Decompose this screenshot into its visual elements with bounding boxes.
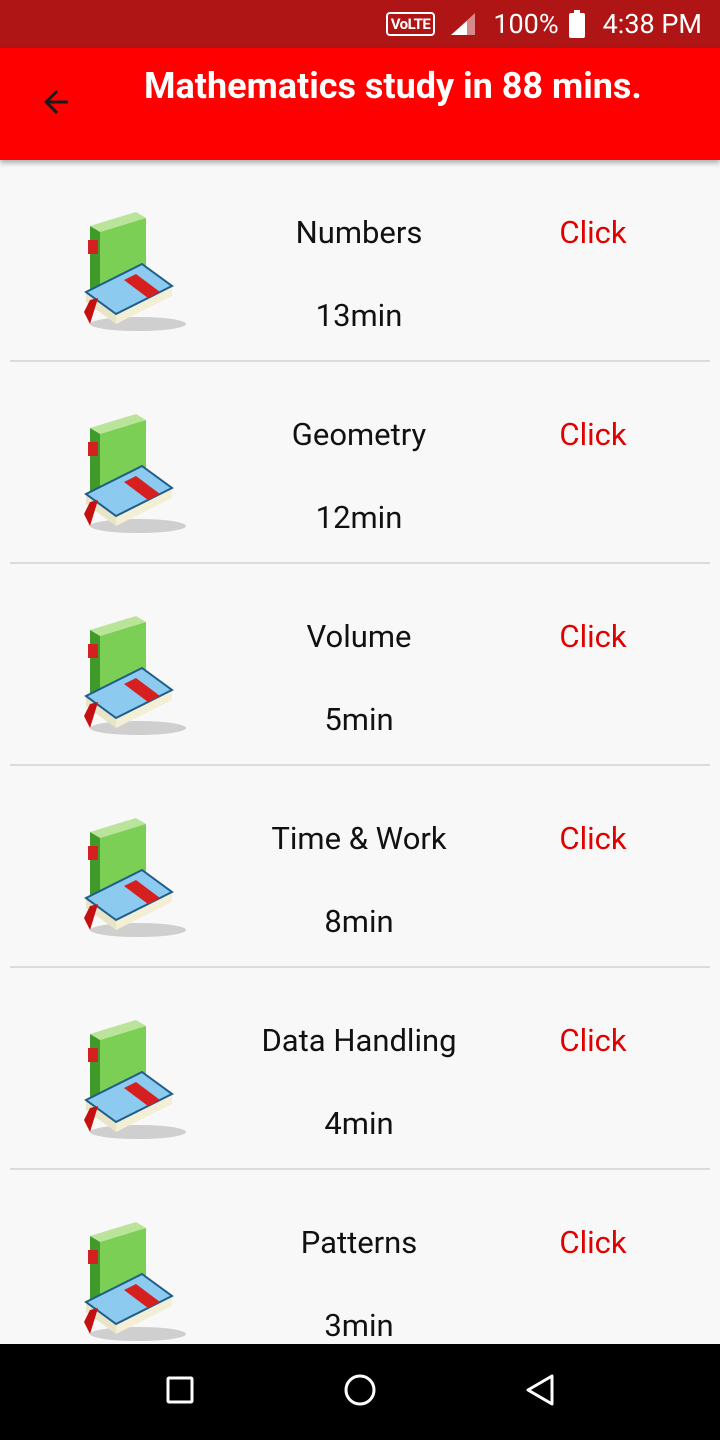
- book-icon: [76, 612, 188, 736]
- click-button[interactable]: Click: [522, 820, 664, 857]
- list-item: Volume 5min Click: [0, 564, 720, 766]
- click-button[interactable]: Click: [522, 618, 664, 655]
- arrow-back-icon: [38, 84, 74, 124]
- topic-name: Time & Work: [271, 820, 447, 857]
- list-item: Geometry 12min Click: [0, 362, 720, 564]
- topic-name: Data Handling: [261, 1022, 457, 1059]
- page-title: Mathematics study in 88 mins.: [144, 65, 642, 107]
- home-button[interactable]: [340, 1372, 380, 1412]
- signal-icon: [449, 11, 477, 37]
- system-back-button[interactable]: [520, 1372, 560, 1412]
- topic-duration: 12min: [315, 499, 403, 536]
- volte-badge: VoLTE: [385, 12, 436, 36]
- recents-button[interactable]: [160, 1372, 200, 1412]
- book-icon: [76, 1016, 188, 1140]
- topic-list[interactable]: Numbers 13min Click Geometry 12min Click…: [0, 160, 720, 1344]
- topic-name: Geometry: [291, 416, 427, 453]
- back-button[interactable]: [22, 84, 90, 124]
- click-button[interactable]: Click: [522, 416, 664, 453]
- click-button[interactable]: Click: [522, 1022, 664, 1059]
- triangle-back-icon: [524, 1373, 556, 1411]
- topic-duration: 3min: [324, 1307, 394, 1344]
- topic-name: Volume: [306, 618, 412, 655]
- list-item: Patterns 3min Click: [0, 1170, 720, 1344]
- topic-duration: 5min: [324, 701, 394, 738]
- list-item: Time & Work 8min Click: [0, 766, 720, 968]
- topic-duration: 13min: [315, 297, 403, 334]
- topic-duration: 8min: [324, 903, 394, 940]
- battery-icon: [568, 10, 585, 38]
- square-icon: [166, 1376, 194, 1408]
- app-bar: Mathematics study in 88 mins.: [0, 48, 720, 160]
- topic-name: Numbers: [295, 214, 423, 251]
- book-icon: [76, 814, 188, 938]
- topic-name: Patterns: [300, 1224, 418, 1261]
- circle-icon: [343, 1373, 377, 1411]
- click-button[interactable]: Click: [522, 1224, 664, 1261]
- list-item: Numbers 13min Click: [0, 160, 720, 362]
- click-button[interactable]: Click: [522, 214, 664, 251]
- book-icon: [76, 208, 188, 332]
- status-bar: VoLTE 100% 4:38 PM: [0, 0, 720, 48]
- list-item: Data Handling 4min Click: [0, 968, 720, 1170]
- battery-percent: 100%: [493, 8, 559, 40]
- topic-duration: 4min: [324, 1105, 394, 1142]
- clock: 4:38 PM: [602, 8, 702, 40]
- navigation-bar: [0, 1344, 720, 1440]
- book-icon: [76, 410, 188, 534]
- book-icon: [76, 1218, 188, 1342]
